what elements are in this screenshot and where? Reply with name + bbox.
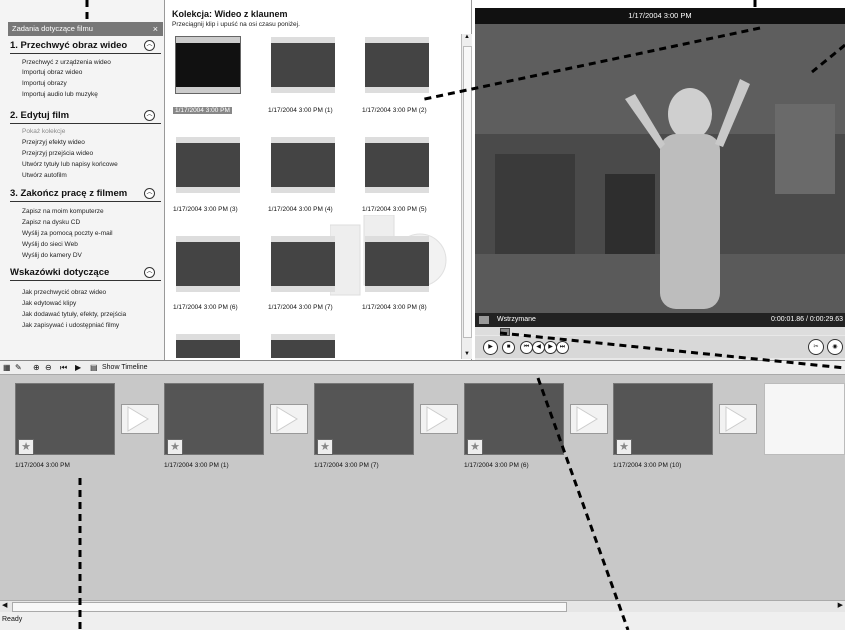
callout-leader-lines: [78, 0, 845, 630]
